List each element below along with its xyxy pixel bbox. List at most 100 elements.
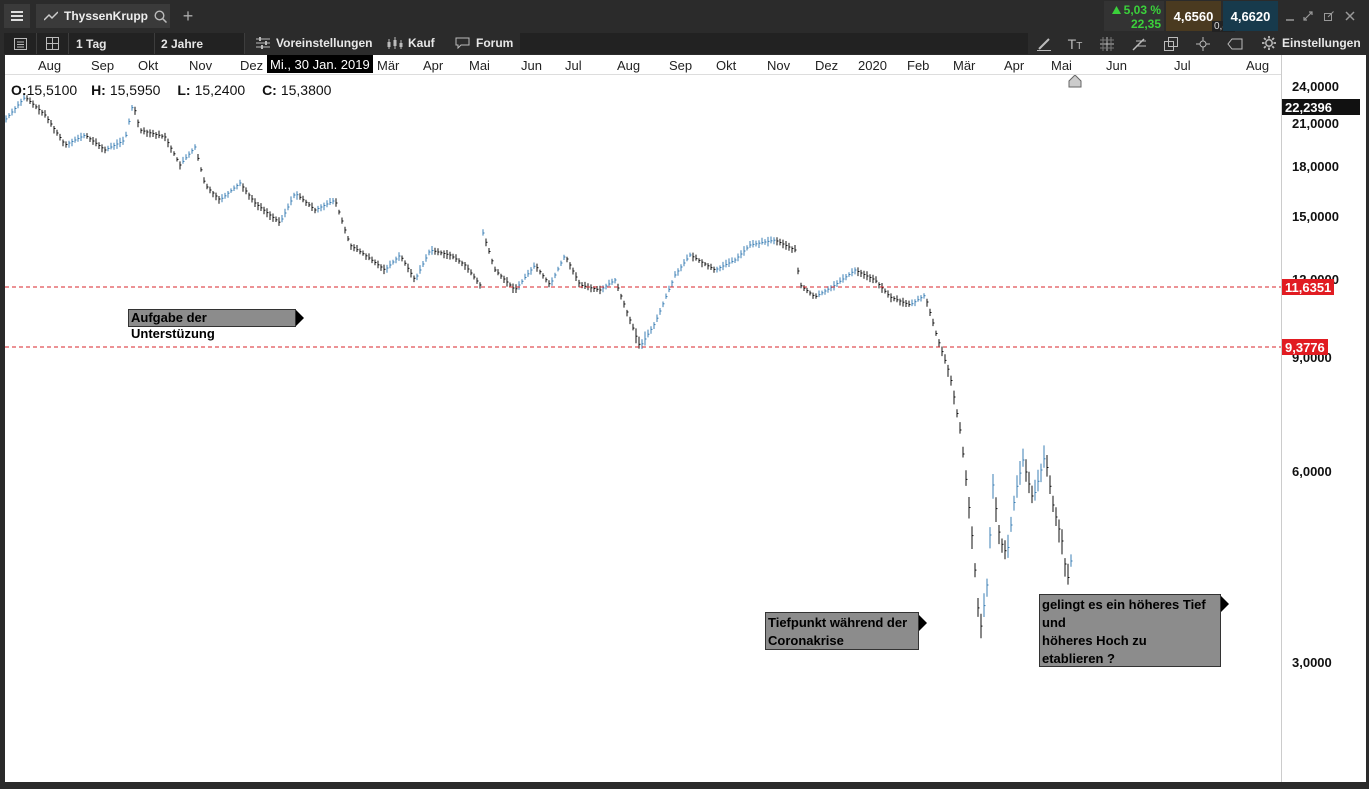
text-size-icon: TT	[1067, 36, 1083, 52]
month-label: Aug	[1246, 58, 1270, 73]
symbol-name: ThyssenKrupp	[64, 9, 149, 23]
month-label: Mai	[469, 58, 490, 73]
target-icon	[1196, 37, 1210, 51]
search-icon[interactable]	[154, 9, 168, 23]
price-chart-svg[interactable]	[5, 75, 1281, 782]
price-label: 15,0000	[1292, 209, 1339, 224]
list-view-button[interactable]	[4, 33, 37, 54]
list-icon	[13, 37, 27, 50]
ohlc-readout: O:15,5100 H: 15,5950 L: 15,2400 C: 15,3800	[11, 82, 332, 98]
presets-button[interactable]: Voreinstellungen	[256, 32, 372, 54]
price-label: 3,0000	[1292, 655, 1332, 670]
price-axis[interactable]: 24,0000 21,0000 18,0000 15,0000 12,0000 …	[1281, 55, 1366, 782]
draw-line-button[interactable]	[1031, 34, 1057, 54]
gear-icon	[1262, 36, 1276, 50]
month-label: Apr	[423, 58, 444, 73]
price-label: 6,0000	[1292, 464, 1332, 479]
month-label: Apr	[1004, 58, 1025, 73]
month-label: Aug	[38, 58, 62, 73]
crosshair-icon	[1100, 37, 1114, 51]
month-label: Mär	[377, 58, 400, 73]
hamburger-icon	[11, 11, 23, 21]
month-label: Mär	[953, 58, 976, 73]
price-label: 18,0000	[1292, 159, 1339, 174]
magnet-button[interactable]	[1190, 34, 1216, 54]
callout-pointer-icon	[296, 310, 304, 326]
minimize-button[interactable]	[1282, 8, 1298, 24]
lower-line-tag[interactable]: 9,3776	[1282, 339, 1328, 355]
date-tooltip: Mi., 30 Jan. 2019	[267, 55, 373, 73]
chart-area[interactable]	[5, 74, 1281, 782]
status-strip	[0, 782, 1369, 789]
change-abs: 22,35	[1130, 17, 1161, 31]
line-chart-icon	[44, 11, 58, 21]
month-label: Jul	[565, 58, 582, 73]
month-label: Jun	[1106, 58, 1127, 73]
higher-low-callout[interactable]: gelingt es ein höheres Tief und höheres …	[1039, 594, 1221, 667]
toolbar-spacer	[520, 33, 1028, 54]
up-arrow-icon	[1111, 6, 1121, 14]
time-axis[interactable]: Aug Sep Okt Nov Dez Mär Apr Mai Jun Jul …	[5, 55, 1281, 75]
month-label: Jun	[521, 58, 542, 73]
text-tool-button[interactable]: TT	[1062, 34, 1088, 54]
symbol-tab[interactable]: ThyssenKrupp	[36, 4, 170, 28]
price-bars	[5, 94, 1073, 639]
order-bars-icon	[387, 37, 403, 49]
callout-pointer-icon	[1221, 596, 1229, 612]
forum-button[interactable]: Forum	[455, 32, 513, 54]
month-label: Mai	[1051, 58, 1072, 73]
price-label: 21,0000	[1292, 116, 1339, 131]
month-label: Sep	[669, 58, 693, 73]
layers-button[interactable]	[1158, 34, 1184, 54]
month-label: Okt	[138, 58, 159, 73]
month-label: Feb	[907, 58, 930, 73]
month-label: Dez	[240, 58, 264, 73]
home-marker-icon	[1068, 74, 1082, 88]
sliders-icon	[256, 37, 270, 49]
plus-icon: +	[182, 5, 194, 26]
eraser-icon	[1227, 38, 1243, 50]
close-button[interactable]	[1342, 8, 1358, 24]
popout-button[interactable]	[1321, 8, 1337, 24]
crosshair-button[interactable]	[1094, 34, 1120, 54]
month-label: Aug	[617, 58, 641, 73]
chart-toolbar: 1 Tag 2 Jahre Voreinstellungen Kauf Foru…	[0, 32, 1369, 55]
layers-icon	[1164, 37, 1178, 51]
current-price-tag: 22,2396	[1282, 99, 1360, 115]
drawing-tools-icon	[1131, 38, 1146, 51]
month-label: Nov	[767, 58, 791, 73]
grid-layout-icon	[46, 37, 59, 50]
layout-button[interactable]	[37, 33, 69, 54]
minimize-icon	[1286, 19, 1294, 21]
chat-bubble-icon	[455, 37, 470, 49]
interval-select[interactable]: 1 Tag	[69, 33, 155, 54]
settings-button[interactable]: Einstellungen	[1262, 32, 1361, 54]
month-label: Dez	[815, 58, 839, 73]
expand-icon	[1303, 11, 1313, 21]
price-label: 24,0000	[1292, 79, 1339, 94]
ask-price-button[interactable]: 4,6620	[1223, 1, 1278, 31]
add-tab-button[interactable]: +	[178, 4, 198, 28]
change-display: 5,03 % 22,35	[1104, 1, 1164, 31]
scroll-marker[interactable]	[1068, 74, 1082, 88]
drawing-tools-button[interactable]	[1126, 34, 1152, 54]
month-label: Jul	[1174, 58, 1191, 73]
top-bar: ThyssenKrupp + 5,03 % 22,35 4,6560 0,80 …	[0, 0, 1369, 33]
month-label: Nov	[189, 58, 213, 73]
menu-button[interactable]	[4, 4, 30, 28]
month-label: 2020	[858, 58, 887, 73]
popout-icon	[1324, 11, 1334, 21]
expand-button[interactable]	[1300, 8, 1316, 24]
callout-pointer-icon	[919, 615, 927, 631]
buy-button[interactable]: Kauf	[387, 32, 435, 54]
change-pct: 5,03 %	[1123, 3, 1161, 17]
range-select[interactable]: 2 Jahre	[155, 33, 245, 54]
pen-icon	[1037, 38, 1051, 51]
month-label: Okt	[716, 58, 737, 73]
eraser-button[interactable]	[1222, 34, 1248, 54]
support-callout[interactable]: Aufgabe der Unterstüzung	[128, 309, 296, 341]
close-icon	[1345, 11, 1355, 21]
corona-low-callout[interactable]: Tiefpunkt während der Coronakrise	[765, 612, 919, 650]
month-label: Sep	[91, 58, 115, 73]
upper-line-tag[interactable]: 11,6351	[1282, 279, 1335, 295]
